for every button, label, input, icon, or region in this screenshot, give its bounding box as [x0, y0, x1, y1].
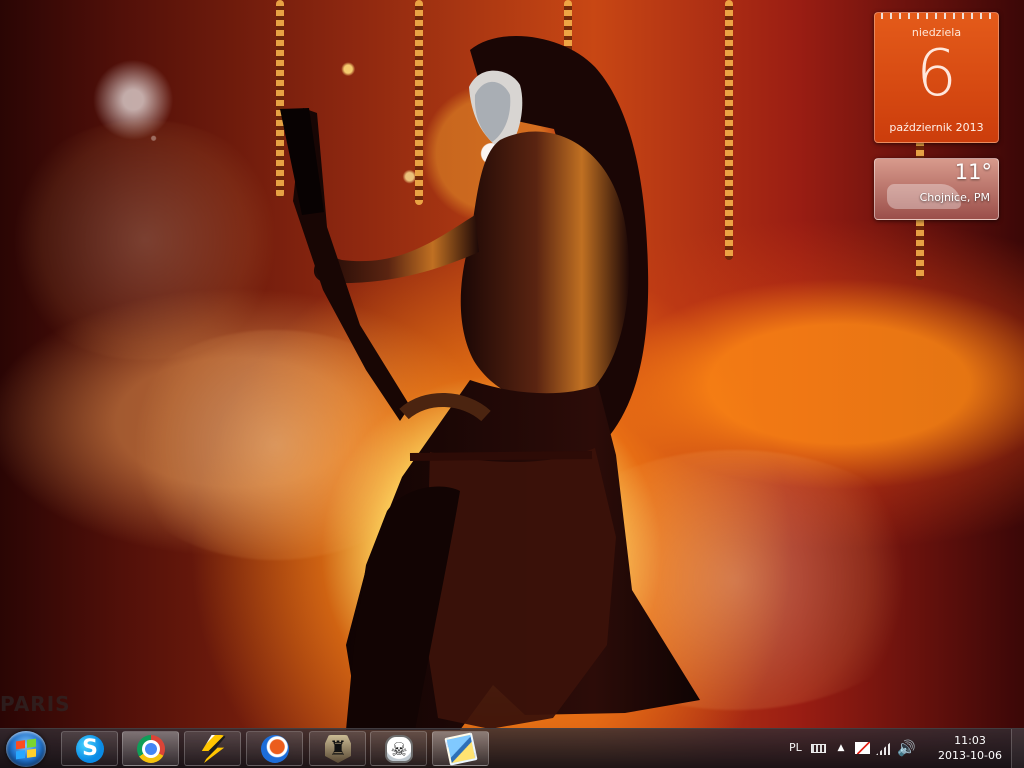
calendar-gadget[interactable]: niedziela 6 październik 2013 [874, 12, 999, 143]
skype-icon: S [76, 735, 104, 763]
desktop-background: PARIS niedziela 6 październik 2013 11° C… [0, 0, 1024, 768]
start-button[interactable] [6, 731, 46, 767]
arrow-up-icon[interactable]: ▲ [833, 741, 849, 755]
calendar-date: 6 [916, 37, 957, 111]
system-tray: PL ▲ 🔊 11:03 2013-10-06 [779, 729, 1024, 768]
taskbar: S ♜ ☠ PL ▲ 🔊 11:03 2013-10-06 [0, 728, 1024, 768]
calendar-month-year: październik 2013 [889, 121, 984, 134]
skull-icon: ☠ [385, 735, 413, 763]
taskbar-skype-button[interactable]: S [61, 731, 118, 766]
flag-icon[interactable] [855, 742, 870, 754]
wallpaper-smoke [0, 120, 290, 360]
taskbar-tank-button[interactable]: ♜ [309, 731, 366, 766]
chrome-icon [137, 735, 165, 763]
taskbar-chrome-button[interactable] [122, 731, 179, 766]
weather-location: Chojnice, PM [919, 191, 990, 204]
guitarist-silhouette [280, 35, 700, 730]
wallpaper-logo: PARIS [0, 692, 71, 716]
photos-icon [444, 732, 478, 766]
weather-temperature: 11° [954, 160, 992, 184]
windows-icon [16, 738, 36, 760]
taskbar-bolt-button[interactable] [184, 731, 241, 766]
taskbar-photos-button[interactable] [432, 731, 489, 766]
show-desktop-button[interactable] [1011, 729, 1024, 768]
clock-date: 2013-10-06 [938, 749, 1002, 762]
calendar-rings [878, 13, 995, 19]
weather-gadget[interactable]: 11° Chojnice, PM [874, 158, 999, 220]
wallpaper-chain [725, 0, 733, 260]
signal-icon[interactable] [876, 741, 892, 755]
clock[interactable]: 11:03 2013-10-06 [934, 733, 1006, 763]
taskbar-skull-button[interactable]: ☠ [370, 731, 427, 766]
taskbar-game-button[interactable] [246, 731, 303, 766]
bolt-icon [201, 735, 227, 763]
game-icon [261, 735, 289, 763]
language-indicator[interactable]: PL [789, 741, 802, 754]
keyboard-icon[interactable] [811, 744, 826, 753]
speaker-icon[interactable]: 🔊 [897, 741, 916, 756]
tank-icon: ♜ [325, 735, 351, 763]
clock-time: 11:03 [954, 734, 986, 747]
